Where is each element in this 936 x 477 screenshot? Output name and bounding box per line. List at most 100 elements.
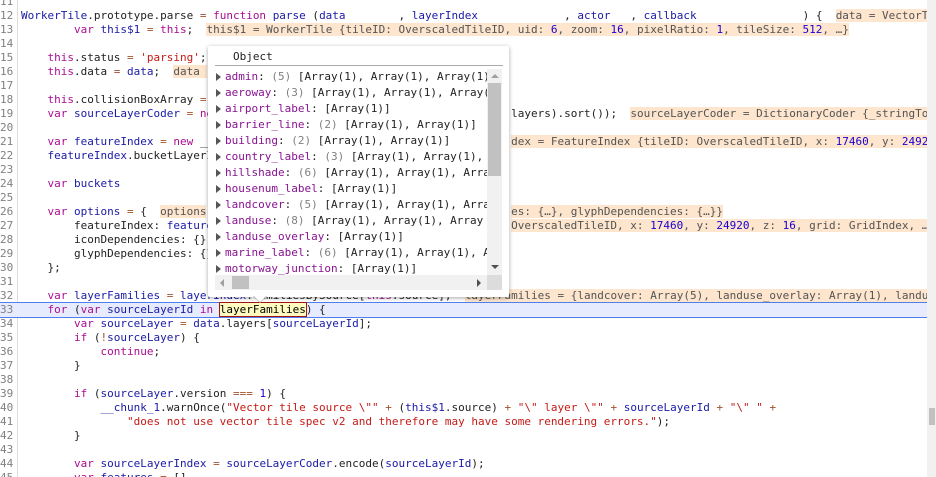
object-property-list[interactable]: admin: (5) [Array(1), Array(1), Array(1)… — [215, 69, 487, 275]
expand-triangle-icon[interactable] — [216, 249, 221, 257]
line-number[interactable]: 15 — [0, 51, 13, 65]
line-number[interactable]: 19 — [0, 107, 13, 121]
line-number[interactable]: 35 — [0, 331, 13, 345]
code-line[interactable]: 40 __chunk_1.warnOnce("Vector tile sourc… — [0, 401, 927, 415]
scroll-down-icon[interactable] — [491, 265, 499, 269]
scroll-left-icon[interactable] — [220, 279, 224, 287]
line-number[interactable]: 17 — [0, 79, 13, 93]
expand-triangle-icon[interactable] — [216, 105, 221, 113]
line-number[interactable]: 25 — [0, 191, 13, 205]
line-number[interactable]: 22 — [0, 149, 13, 163]
expand-triangle-icon[interactable] — [216, 169, 221, 177]
code-line[interactable]: 42 } — [0, 429, 927, 443]
code-line[interactable]: 13 var this$1 = this; this$1 = WorkerTil… — [0, 23, 927, 37]
line-number[interactable]: 28 — [0, 233, 13, 247]
line-number[interactable]: 43 — [0, 443, 13, 457]
property-separator: : — [284, 166, 298, 179]
line-number[interactable]: 31 — [0, 275, 13, 289]
object-property-row[interactable]: landuse: (8) [Array(1), Array(1), Array — [215, 213, 487, 229]
expand-triangle-icon[interactable] — [216, 153, 221, 161]
line-number[interactable]: 11 — [0, 0, 13, 9]
popover-horizontal-scrollbar[interactable] — [215, 275, 487, 290]
line-number[interactable]: 34 — [0, 317, 13, 331]
line-number[interactable]: 41 — [0, 415, 13, 429]
code-line[interactable]: 37 } — [0, 359, 927, 373]
object-property-row[interactable]: landuse_overlay: [Array(1)] — [215, 229, 487, 245]
current-execution-line[interactable]: 33 for (var sourceLayerId in layerFamili… — [0, 302, 927, 318]
line-number[interactable]: 32 — [0, 289, 13, 303]
object-property-row[interactable]: barrier_line: (2) [Array(1), Array(1)] — [215, 117, 487, 133]
code-line[interactable]: 34 var sourceLayer = data.layers[sourceL… — [0, 317, 927, 331]
expand-triangle-icon[interactable] — [216, 265, 221, 273]
object-property-row[interactable]: admin: (5) [Array(1), Array(1), Array(1)… — [215, 69, 487, 85]
object-property-row[interactable]: country_label: (3) [Array(1), Array(1), … — [215, 149, 487, 165]
line-number[interactable]: 30 — [0, 261, 13, 275]
object-property-row[interactable]: building: (2) [Array(1), Array(1)] — [215, 133, 487, 149]
line-number[interactable]: 29 — [0, 247, 13, 261]
object-property-row[interactable]: housenum_label: [Array(1)] — [215, 181, 487, 197]
expand-triangle-icon[interactable] — [216, 185, 221, 193]
hovered-expression[interactable]: layerFamilies — [218, 302, 307, 317]
code-line[interactable]: 45 var features = [] — [0, 471, 927, 477]
inline-value-annotation: data = VectorT — [835, 9, 927, 22]
line-number[interactable]: 16 — [0, 65, 13, 79]
line-number[interactable]: 18 — [0, 93, 13, 107]
line-number[interactable]: 42 — [0, 429, 13, 443]
code-line[interactable]: 11 — [0, 0, 927, 9]
object-property-row[interactable]: landcover: (5) [Array(1), Array(1), Arra — [215, 197, 487, 213]
line-number[interactable]: 36 — [0, 345, 13, 359]
code-line[interactable]: 41 "does not use vector tile spec v2 and… — [0, 415, 927, 429]
code-text: } — [21, 359, 81, 373]
line-number[interactable]: 13 — [0, 23, 13, 37]
expand-triangle-icon[interactable] — [216, 73, 221, 81]
line-number[interactable]: 20 — [0, 121, 13, 135]
line-number[interactable]: 21 — [0, 135, 13, 149]
editor-vertical-scrollbar[interactable] — [927, 0, 936, 477]
line-number[interactable]: 23 — [0, 163, 13, 177]
line-number[interactable]: 26 — [0, 205, 13, 219]
line-number[interactable]: 33 — [0, 303, 13, 317]
array-length: (3) — [284, 86, 305, 99]
code-line[interactable]: 36 continue; — [0, 345, 927, 359]
line-number[interactable]: 27 — [0, 219, 13, 233]
code-line[interactable]: 38 — [0, 373, 927, 387]
scroll-right-icon[interactable] — [477, 279, 481, 287]
code-line[interactable]: 12 WorkerTile.prototype.parse = function … — [0, 9, 927, 23]
line-number[interactable]: 12 — [0, 9, 13, 23]
expand-triangle-icon[interactable] — [216, 137, 221, 145]
line-number[interactable]: 37 — [0, 359, 13, 373]
expand-triangle-icon[interactable] — [216, 121, 221, 129]
line-number[interactable]: 40 — [0, 401, 13, 415]
code-line[interactable]: 43 — [0, 443, 927, 457]
popover-horizontal-scroll-thumb[interactable] — [232, 276, 249, 289]
code-line[interactable]: 35 if (!sourceLayer) { — [0, 331, 927, 345]
expand-triangle-icon[interactable] — [216, 233, 221, 241]
code-line[interactable]: 44 var sourceLayerIndex = sourceLayerCod… — [0, 457, 927, 471]
line-number[interactable]: 44 — [0, 457, 13, 471]
code-line[interactable]: 39 if (sourceLayer.version === 1) { — [0, 387, 927, 401]
identifier: data — [319, 9, 346, 22]
object-property-row[interactable]: marine_label: (6) [Array(1), Array(1), A — [215, 245, 487, 261]
line-number[interactable]: 39 — [0, 387, 13, 401]
expand-triangle-icon[interactable] — [216, 201, 221, 209]
popover-vertical-scrollbar[interactable] — [487, 69, 502, 275]
keyword: if — [73, 387, 88, 400]
scroll-up-icon[interactable] — [491, 74, 499, 78]
popover-vertical-scroll-thumb[interactable] — [488, 83, 501, 176]
object-property-row[interactable]: motorway_junction: [Array(1)] — [215, 261, 487, 275]
editor-scroll-thumb[interactable] — [929, 408, 935, 425]
line-number[interactable]: 24 — [0, 177, 13, 191]
line-number[interactable]: 14 — [0, 37, 13, 51]
code-token: ) { — [305, 303, 326, 316]
object-property-row[interactable]: hillshade: (6) [Array(1), Array(1), Arra — [215, 165, 487, 181]
expand-triangle-icon[interactable] — [216, 217, 221, 225]
line-number[interactable]: 45 — [0, 471, 13, 477]
expand-triangle-icon[interactable] — [216, 89, 221, 97]
object-property-row[interactable]: aeroway: (3) [Array(1), Array(1), Array(… — [215, 85, 487, 101]
line-number[interactable]: 38 — [0, 373, 13, 387]
object-property-row[interactable]: airport_label: [Array(1)] — [215, 101, 487, 117]
